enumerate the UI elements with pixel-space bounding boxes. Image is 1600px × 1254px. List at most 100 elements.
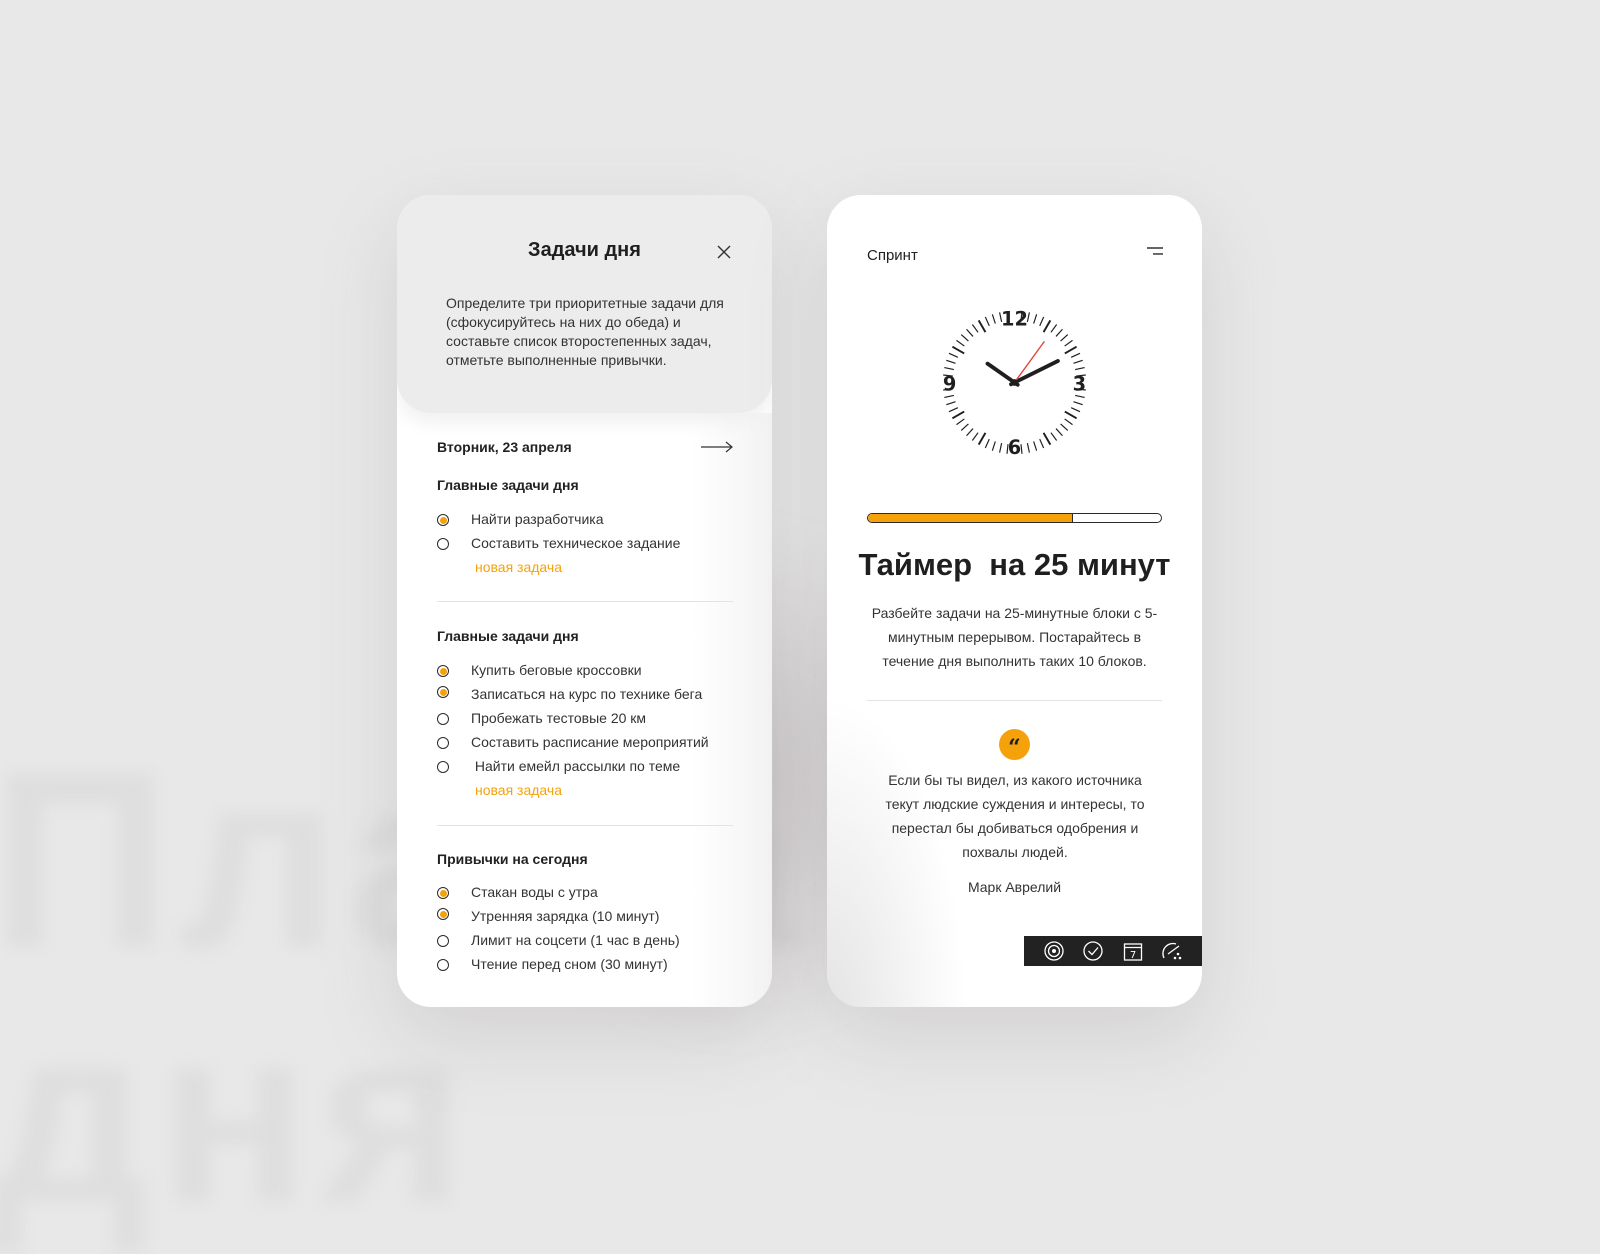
tasks-description: Определите три приоритетные задачи для (… [446,295,724,368]
clock-tick [1060,334,1069,342]
clock-center [1011,379,1018,386]
task-item[interactable]: Составить техническое задание [437,535,733,555]
task-item[interactable]: Купить беговые кроссовки [437,662,733,682]
clock-tick [951,410,965,420]
habit-checkbox[interactable] [437,887,449,899]
task-item[interactable]: Составить расписание мероприятий [437,734,733,754]
clock-tick [1050,432,1058,441]
timer-description: Разбейте задачи на 25-минутные блоки с 5… [871,605,1158,669]
tab-tasks[interactable] [1082,940,1104,962]
habit-item[interactable]: Лимит на соцсети (1 час в день) [437,932,733,952]
tab-calendar[interactable]: 7 [1122,940,1144,962]
task-checkbox[interactable] [437,713,449,725]
clock-tick [1026,443,1030,453]
task-label: Пробежать тестовые 20 км [471,710,647,726]
clock-tick [971,432,979,441]
clock-tick [1060,423,1069,431]
clock-numeral-3: 3 [1073,372,1086,395]
habit-label: Стакан воды с утра [471,884,598,900]
habit-label: Утренняя зарядка (10 минут) [471,908,660,924]
new-task-link[interactable]: новая задача [475,782,562,798]
clock-tick [1039,438,1045,449]
menu-icon[interactable] [1145,245,1165,259]
section-title-main-tasks: Главные задачи дня [437,477,579,493]
clock-tick [984,316,990,327]
task-checkbox[interactable] [437,761,449,773]
quote-author: Марк Аврелий [967,879,1062,895]
clock-tick [1075,367,1085,371]
timer-progress-bar [867,513,1162,523]
clock-tick [1070,352,1081,358]
task-checkbox[interactable] [437,538,449,550]
clock-tick [946,401,956,406]
tasks-header: Задачи дня Определите три приоритетные з… [397,195,772,413]
clock-tick [956,339,965,347]
habit-label: Чтение перед сном (30 минут) [471,956,668,972]
clock-tick [1073,359,1083,364]
task-label: Купить беговые кроссовки [471,662,642,678]
clock-tick [971,324,979,333]
clock-tick [1055,328,1063,337]
clock-tick [944,394,954,398]
task-item[interactable]: Найти емейл рассылки по теме [437,758,733,778]
clock-tick [966,428,974,437]
task-label: Найти разработчика [471,511,604,527]
tab-stats[interactable] [1161,940,1183,962]
clock-tick [1033,314,1038,324]
task-label: Найти емейл рассылки по теме [471,758,681,774]
bottom-tab-bar: 7 [1024,936,1202,966]
clock-tick [951,345,965,355]
clock-tick [948,407,959,413]
clock-tick [1033,441,1038,451]
minute-hand [1009,359,1060,387]
clock-tick [984,438,990,449]
task-item[interactable]: Пробежать тестовые 20 км [437,710,733,730]
new-task-link[interactable]: новая задача [475,559,562,575]
task-label: Записаться на курс по технике бега [471,686,703,702]
clock-tick [1064,345,1078,355]
task-item[interactable]: Записаться на курс по технике бега [437,686,733,706]
habit-item[interactable]: Утренняя зарядка (10 минут) [437,908,733,928]
clock-tick [966,328,974,337]
clock-tick [1050,324,1058,333]
habit-checkbox[interactable] [437,959,449,971]
background-word-2: дня [0,975,476,1254]
clock-tick [1064,339,1073,347]
habit-item[interactable]: Стакан воды с утра [437,884,733,904]
timer-title: Таймер на 25 минут [858,547,1171,582]
clock-tick [999,443,1003,453]
clock-tick [977,319,987,333]
arrow-right-icon[interactable] [701,441,733,453]
tab-target[interactable] [1043,940,1065,962]
task-item[interactable]: Найти разработчика [437,511,733,531]
habit-checkbox[interactable] [437,935,449,947]
check-circle-icon [1083,941,1103,961]
task-checkbox[interactable] [437,737,449,749]
date-label: Вторник, 23 апреля [437,439,572,455]
clock-tick [1064,410,1078,420]
clock-tick [991,441,996,451]
task-checkbox[interactable] [437,665,449,677]
section-divider [437,825,733,826]
task-checkbox[interactable] [437,686,449,698]
clock-tick [960,423,969,431]
clock-tick [960,334,969,342]
task-label: Составить техническое задание [471,535,681,551]
habit-item[interactable]: Чтение перед сном (30 минут) [437,956,733,976]
habit-label: Лимит на соцсети (1 час в день) [471,932,680,948]
close-icon[interactable] [715,243,733,261]
clock-tick [1070,407,1081,413]
clock-tick [1042,319,1052,333]
target-icon [1044,941,1064,961]
clock-face: 12 3 6 9 [943,307,1086,459]
clock-numeral-6: 6 [1008,436,1021,459]
clock-tick [1042,432,1052,446]
task-checkbox[interactable] [437,514,449,526]
clock-tick [1075,394,1085,398]
clock-tick [991,314,996,324]
habit-checkbox[interactable] [437,908,449,920]
chart-icon [1162,942,1182,960]
sprint-label: Спринт [867,247,918,264]
section-title-habits: Привычки на сегодня [437,851,588,867]
date-row: Вторник, 23 апреля [437,437,733,459]
